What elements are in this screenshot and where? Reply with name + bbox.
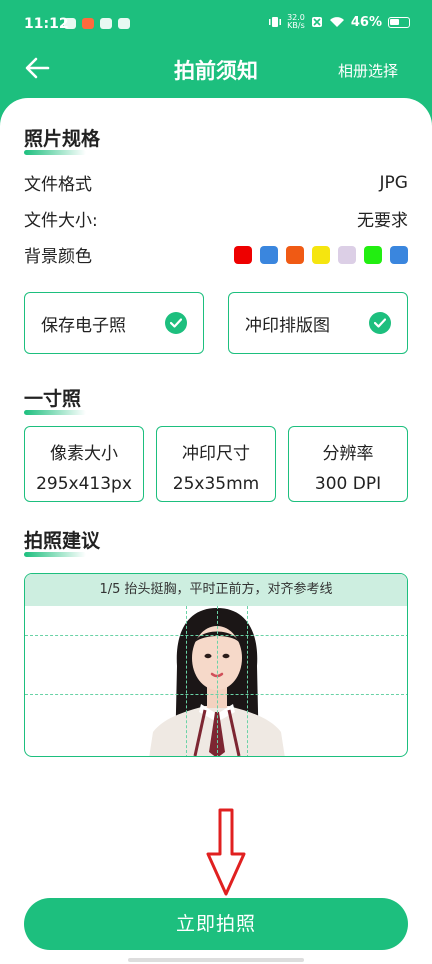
resolution-key: 分辨率 (322, 444, 374, 464)
bg-color-swatch[interactable] (286, 245, 304, 264)
guide-line-center (217, 606, 218, 756)
tip-text: 1/5 抬头挺胸，平时正前方，对齐参考线 (25, 574, 407, 606)
spec-section-title: 照片规格 (24, 124, 100, 155)
print-size-key: 冲印尺寸 (182, 444, 250, 464)
save-digital-label: 保存电子照 (41, 315, 126, 336)
bg-color-swatch[interactable] (390, 245, 408, 264)
photo-tip-card: 1/5 抬头挺胸，平时正前方，对齐参考线 (24, 573, 408, 757)
guide-line-right (247, 606, 248, 756)
app-badge-icon (82, 18, 94, 29)
print-layout-label: 冲印排版图 (245, 315, 330, 336)
size-row: 文件大小: 无要求 (24, 206, 408, 231)
bg-color-row: 背景颜色 (24, 242, 408, 267)
save-digital-option[interactable]: 保存电子照 (24, 292, 204, 354)
print-size-value: 25x35mm (172, 474, 260, 494)
bg-color-swatches (234, 245, 408, 264)
take-photo-button[interactable]: 立即拍照 (24, 898, 408, 950)
status-time: 11:12 (24, 16, 69, 32)
bg-color-swatch[interactable] (364, 245, 382, 264)
pixel-size-key: 像素大小 (50, 444, 118, 464)
mail-icon (64, 18, 76, 29)
bg-color-swatch[interactable] (234, 245, 252, 264)
format-row: 文件格式 JPG (24, 170, 408, 196)
format-value: JPG (379, 172, 408, 193)
advice-section-title: 拍照建议 (24, 526, 100, 557)
pixel-size-value: 295x413px (36, 474, 132, 494)
print-size-box: 冲印尺寸 25x35mm (156, 426, 276, 502)
bg-color-label: 背景颜色 (24, 247, 92, 267)
check-icon (369, 312, 391, 334)
status-bar: 11:12 32.0 KB/s 46% (0, 0, 432, 44)
resolution-value: 300 DPI (314, 474, 382, 494)
pixel-size-box: 像素大小 295x413px (24, 426, 144, 502)
home-indicator (128, 958, 304, 962)
down-arrow-annotation-icon (206, 808, 246, 896)
vibrate-icon (269, 17, 282, 27)
bg-color-swatch[interactable] (338, 245, 356, 264)
back-arrow-icon[interactable] (22, 52, 54, 84)
net-speed: 32.0 KB/s (287, 13, 305, 30)
battery-icon (388, 16, 410, 28)
bg-color-swatch[interactable] (260, 245, 278, 264)
print-layout-option[interactable]: 冲印排版图 (228, 292, 408, 354)
link-icon (118, 18, 130, 29)
guide-line-left (186, 606, 187, 756)
size-value: 无要求 (357, 211, 408, 231)
nav-bar: 拍前须知 相册选择 (0, 44, 432, 96)
notification-icons (64, 18, 130, 29)
bg-color-swatch[interactable] (312, 245, 330, 264)
check-icon (165, 312, 187, 334)
wifi-icon (329, 17, 344, 27)
size-label: 文件大小: (24, 211, 98, 231)
battery-percent: 46% (350, 14, 382, 30)
resolution-box: 分辨率 300 DPI (288, 426, 408, 502)
format-label: 文件格式 (24, 175, 92, 195)
size-section-title: 一寸照 (24, 384, 87, 415)
app-notify-icon (100, 18, 112, 29)
no-sim-icon (311, 17, 322, 27)
album-select-button[interactable]: 相册选择 (338, 60, 398, 81)
